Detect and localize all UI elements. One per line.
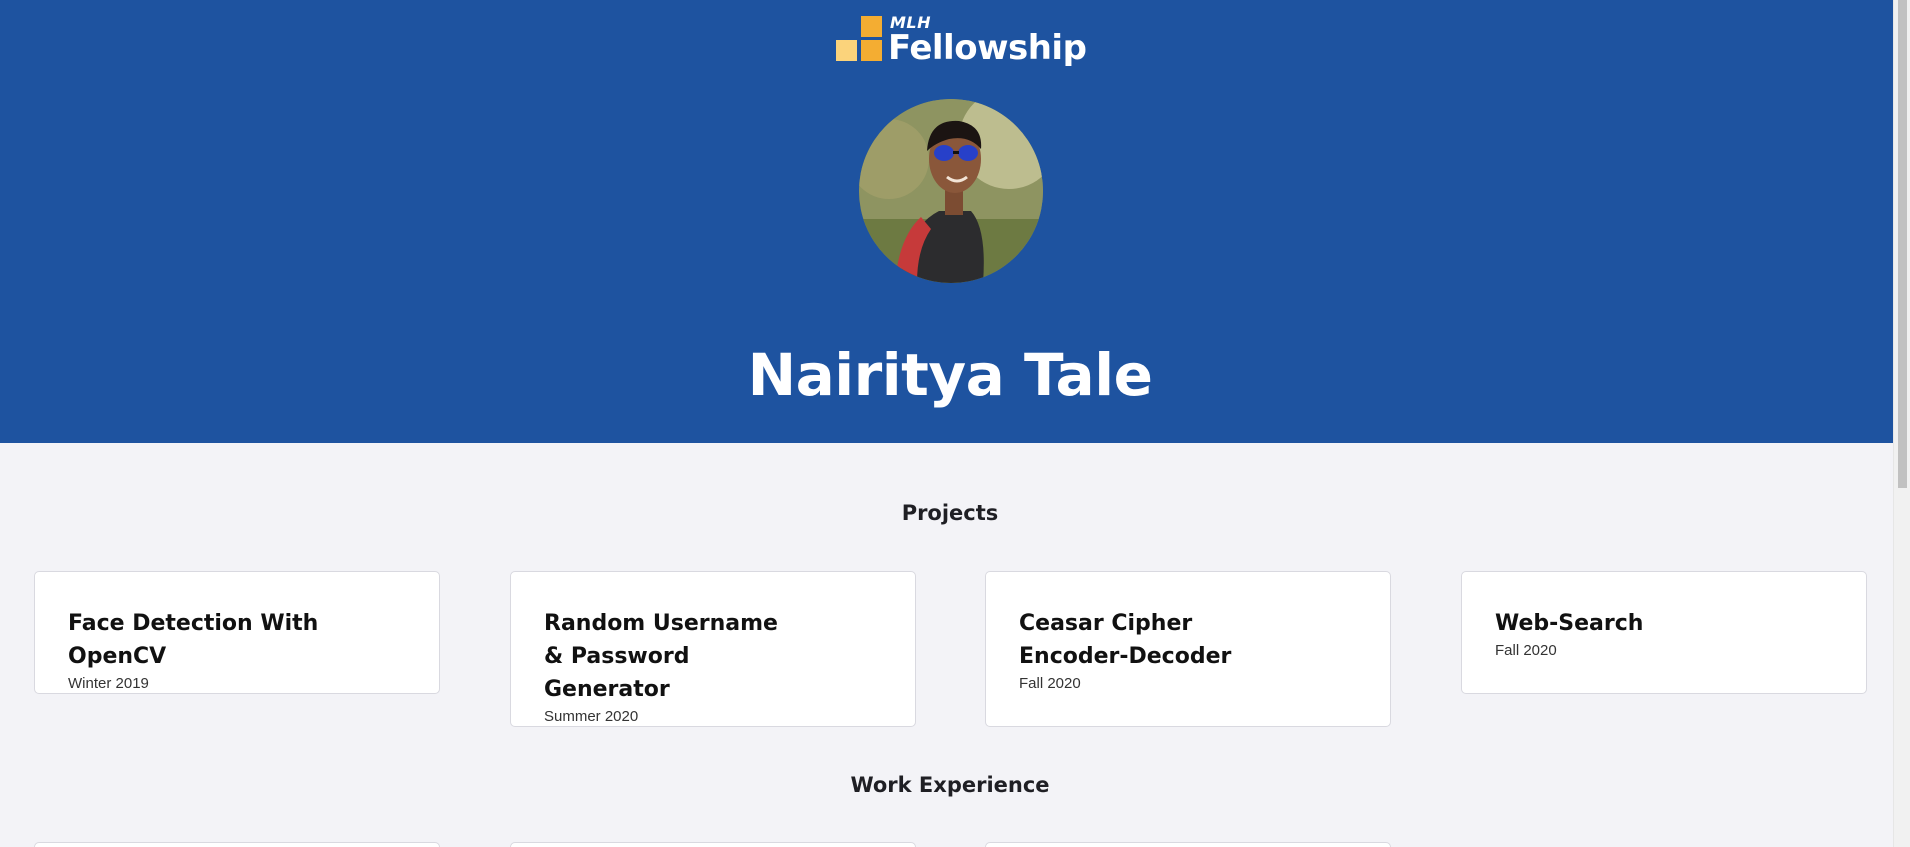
avatar	[859, 99, 1043, 283]
project-title: Face Detection With OpenCV	[68, 611, 319, 669]
logo-mark-icon	[836, 16, 882, 62]
project-title: Ceasar Cipher Encoder-Decoder	[1019, 611, 1232, 669]
project-title: Web-Search	[1495, 611, 1644, 636]
work-card[interactable]	[985, 842, 1391, 847]
project-card[interactable]: Random Username & Password Generator Sum…	[510, 571, 916, 727]
page: MLH Fellowship Nairitya Tale Projects Fa…	[0, 0, 1893, 847]
mlh-fellowship-logo[interactable]: MLH Fellowship	[836, 14, 1087, 74]
logo-fellowship-text: Fellowship	[888, 28, 1087, 68]
project-title: Random Username & Password Generator	[544, 611, 778, 702]
hero-header: MLH Fellowship Nairitya Tale	[0, 0, 1893, 443]
project-term: Fall 2020	[1495, 642, 1557, 659]
projects-section-title: Projects	[901, 501, 999, 525]
project-card[interactable]: Web-Search Fall 2020	[1461, 571, 1867, 694]
project-card[interactable]: Face Detection With OpenCV Winter 2019	[34, 571, 440, 694]
page-scrollbar[interactable]	[1893, 0, 1910, 847]
work-experience-section-title: Work Experience	[850, 773, 1050, 797]
project-term: Fall 2020	[1019, 675, 1081, 692]
profile-name: Nairitya Tale	[747, 341, 1153, 409]
project-term: Summer 2020	[544, 708, 639, 725]
project-card[interactable]: Ceasar Cipher Encoder-Decoder Fall 2020	[985, 571, 1391, 727]
scrollbar-thumb[interactable]	[1898, 0, 1907, 488]
profile-photo-icon	[859, 99, 1043, 283]
work-card[interactable]	[34, 842, 440, 847]
work-card[interactable]	[510, 842, 916, 847]
project-term: Winter 2019	[68, 675, 149, 692]
